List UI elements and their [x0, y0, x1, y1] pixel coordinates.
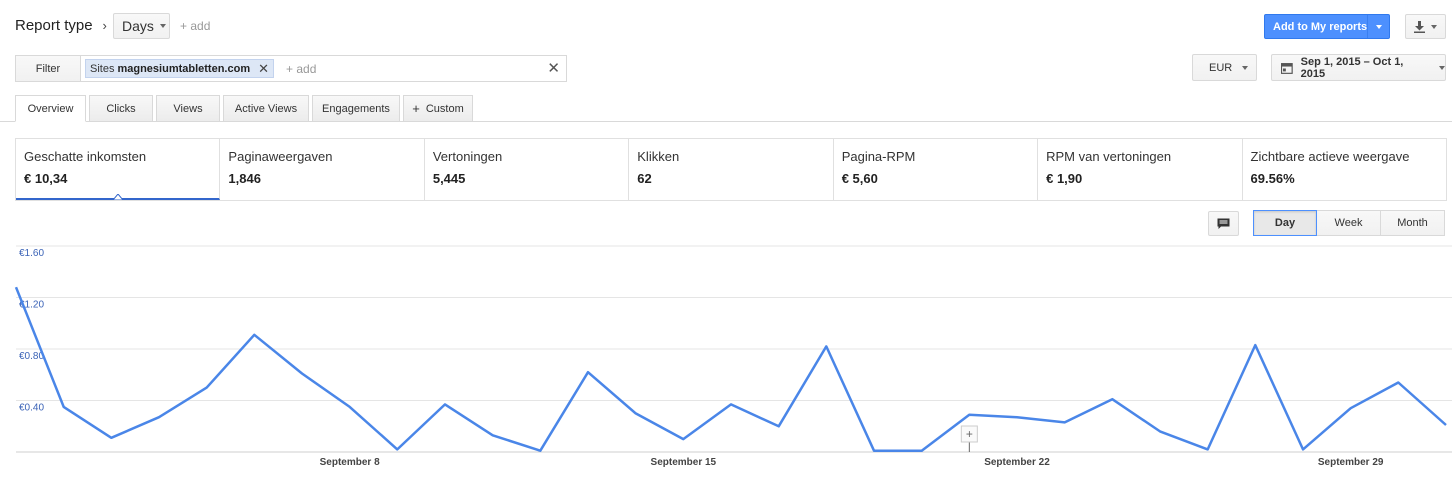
- currency-dropdown[interactable]: EUR: [1192, 54, 1257, 81]
- tab-engagements[interactable]: Engagements: [312, 95, 400, 121]
- add-to-reports-menu-button[interactable]: [1367, 15, 1389, 38]
- date-range-label: Sep 1, 2015 – Oct 1, 2015: [1300, 55, 1404, 80]
- tab-overview[interactable]: Overview: [15, 95, 86, 122]
- filter-bar: Filter Sites magnesiumtabletten.com ✕ + …: [15, 55, 567, 82]
- earnings-line-chart: €1.60€1.20€0.80€0.40September 8 September…: [14, 245, 1452, 468]
- metric-value: 1,846: [228, 171, 261, 186]
- metric-scorecards: Geschatte inkomsten € 10,34 Paginaweerga…: [15, 138, 1447, 201]
- tab-custom-label: Custom: [425, 102, 464, 115]
- caret-down-icon: [1439, 65, 1445, 70]
- x-tick-label: September 8: [320, 457, 380, 468]
- metric-active-view-viewable[interactable]: Zichtbare actieve weergave 69.56%: [1243, 139, 1446, 200]
- date-range-picker[interactable]: Sep 1, 2015 – Oct 1, 2015: [1271, 54, 1446, 81]
- add-dimension-link[interactable]: + add: [180, 19, 210, 33]
- comment-icon: [1217, 218, 1230, 229]
- metric-page-views[interactable]: Paginaweergaven 1,846: [220, 139, 425, 200]
- download-icon: [1414, 20, 1425, 33]
- granularity-toggle: Day Week Month: [1253, 210, 1445, 236]
- filter-button[interactable]: Filter: [16, 56, 81, 81]
- granularity-week-button[interactable]: Week: [1316, 210, 1381, 236]
- caret-down-icon: [1431, 24, 1437, 29]
- metric-value: 62: [637, 171, 652, 186]
- filter-add-input[interactable]: + add: [286, 62, 316, 76]
- metric-value: € 1,90: [1046, 171, 1083, 186]
- metric-value: € 5,60: [841, 171, 878, 186]
- x-tick-label: September 22: [984, 457, 1050, 468]
- filter-chip-value: magnesiumtabletten.com: [117, 62, 251, 75]
- metric-label: Pagina-RPM: [841, 149, 916, 164]
- metric-clicks[interactable]: Klikken 62: [629, 139, 834, 200]
- metric-value: € 10,34: [24, 171, 68, 186]
- dimension-label: Days: [122, 18, 154, 34]
- plus-icon: +: [412, 101, 420, 116]
- metric-value: 5,445: [432, 171, 466, 186]
- y-tick-label: €1.60: [19, 248, 44, 259]
- metric-impressions[interactable]: Vertoningen 5,445: [425, 139, 630, 200]
- caret-down-icon: [1375, 24, 1382, 29]
- metric-value: 69.56%: [1250, 171, 1295, 186]
- download-button[interactable]: [1405, 14, 1446, 39]
- filter-chip-sites[interactable]: Sites magnesiumtabletten.com ✕: [85, 59, 275, 78]
- report-type-text: Report type: [15, 17, 93, 34]
- metric-label: Paginaweergaven: [228, 149, 333, 164]
- metric-label: Geschatte inkomsten: [24, 149, 147, 164]
- y-tick-label: €0.80: [19, 351, 44, 362]
- metric-label: Zichtbare actieve weergave: [1250, 149, 1410, 164]
- granularity-month-button[interactable]: Month: [1380, 210, 1445, 236]
- caret-down-icon: [1242, 65, 1248, 70]
- granularity-day-button[interactable]: Day: [1253, 210, 1317, 236]
- add-to-my-reports-label: Add to My reports: [1273, 20, 1368, 33]
- tab-views[interactable]: Views: [156, 95, 220, 121]
- x-tick-label: September 29: [1318, 457, 1384, 468]
- tab-clicks[interactable]: Clicks: [89, 95, 153, 121]
- metric-label: Klikken: [637, 149, 680, 164]
- series-line: [14, 286, 1447, 452]
- metric-label: Vertoningen: [432, 149, 503, 164]
- add-to-my-reports-button[interactable]: Add to My reports: [1264, 14, 1390, 39]
- remove-filter-icon[interactable]: ✕: [258, 61, 269, 77]
- tab-active-views[interactable]: Active Views: [223, 95, 309, 121]
- selected-indicator-icon: [113, 194, 123, 200]
- chevron-right-icon: ›: [102, 18, 107, 33]
- currency-label: EUR: [1209, 61, 1233, 74]
- filter-chip-key: Sites: [90, 62, 115, 75]
- y-tick-label: €0.40: [19, 403, 44, 414]
- dimension-dropdown[interactable]: Days: [113, 13, 170, 39]
- clear-filters-icon[interactable]: ✕: [547, 59, 560, 77]
- metric-label: RPM van vertoningen: [1046, 149, 1172, 164]
- x-tick-label: September 15: [651, 457, 717, 468]
- metric-impression-rpm[interactable]: RPM van vertoningen € 1,90: [1038, 139, 1243, 200]
- tab-custom[interactable]: + Custom: [403, 95, 473, 121]
- report-tabs: Overview Clicks Views Active Views Engag…: [15, 95, 473, 122]
- caret-down-icon: [159, 24, 166, 28]
- calendar-icon: [1281, 62, 1293, 74]
- metric-page-rpm[interactable]: Pagina-RPM € 5,60: [834, 139, 1039, 200]
- annotation-button[interactable]: [1208, 211, 1239, 236]
- report-type-label: Report type ›: [15, 17, 107, 34]
- plus-icon: +: [966, 427, 973, 441]
- metric-estimated-earnings[interactable]: Geschatte inkomsten € 10,34: [16, 139, 221, 200]
